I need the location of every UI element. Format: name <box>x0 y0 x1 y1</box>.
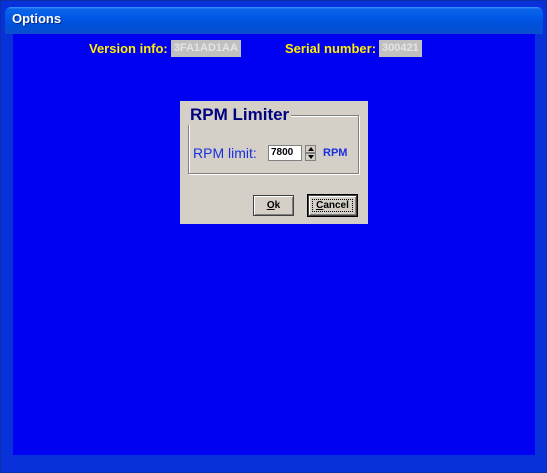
rpm-limit-input[interactable]: 7800 <box>268 145 302 161</box>
focus-rectangle <box>312 199 353 212</box>
dialog-title: RPM Limiter <box>188 105 292 125</box>
rpm-unit-label: RPM <box>323 147 348 159</box>
version-info: Version info: 3FA1AD1AA <box>89 40 241 57</box>
serial-number: Serial number: 300421 <box>285 40 422 57</box>
serial-number-value: 300421 <box>379 40 422 57</box>
version-info-value: 3FA1AD1AA <box>170 40 241 57</box>
spin-up-arrow-icon[interactable] <box>305 145 316 153</box>
title-bar[interactable]: Options <box>5 7 543 34</box>
ok-button[interactable]: Ok <box>253 195 294 216</box>
spin-down-arrow-icon[interactable] <box>305 153 316 161</box>
window-title: Options <box>12 11 62 26</box>
options-window: Options Version info: 3FA1AD1AA Serial n… <box>0 0 547 473</box>
rpm-limiter-dialog: RPM Limiter RPM limit: 7800 RPM Ok Cance… <box>180 101 368 224</box>
rpm-limit-label: RPM limit: <box>193 145 257 161</box>
serial-number-label: Serial number: <box>285 41 377 56</box>
version-info-label: Version info: <box>89 41 168 56</box>
client-area: Version info: 3FA1AD1AA Serial number: 3… <box>13 34 535 455</box>
rpm-limit-spinner[interactable] <box>305 145 316 161</box>
ok-mnemonic: O <box>266 200 275 211</box>
cancel-button[interactable]: Cancel <box>307 194 358 217</box>
ok-label-rest: k <box>274 200 281 211</box>
